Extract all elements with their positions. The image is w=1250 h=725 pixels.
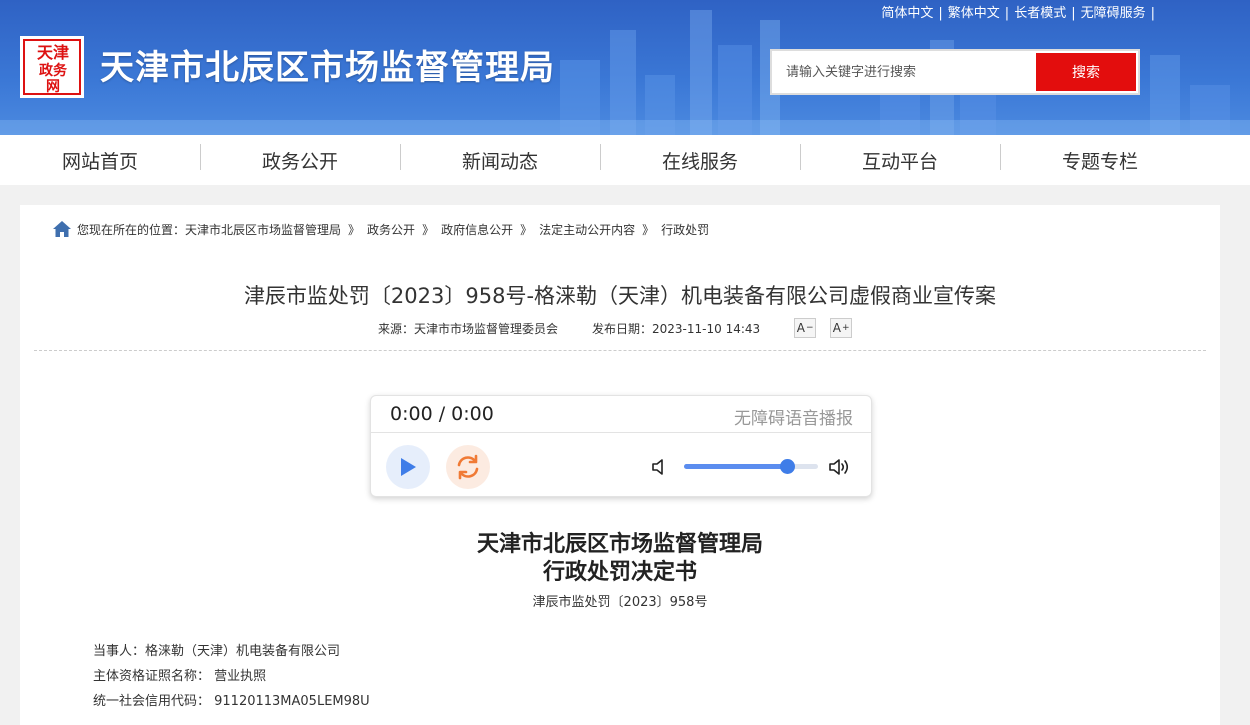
document-heading-line2: 行政处罚决定书 — [542, 559, 697, 585]
replay-icon — [457, 454, 479, 480]
link-simplified-chinese[interactable]: 简体中文 — [881, 6, 933, 21]
nav-news[interactable]: 新闻动态 — [400, 143, 600, 174]
document-number: 津辰市监处罚〔2023〕958号 — [532, 595, 708, 610]
link-accessibility[interactable]: 无障碍服务 — [1081, 6, 1146, 21]
breadcrumb-separator: 》 — [348, 222, 361, 237]
article-source: 来源：天津市市场监督管理委员会 — [378, 321, 559, 336]
breadcrumb-item[interactable]: 政府信息公开 — [441, 221, 513, 238]
breadcrumb-item[interactable]: 行政处罚 — [661, 221, 709, 238]
nav-special-topics[interactable]: 专题专栏 — [1000, 143, 1200, 174]
volume-slider-fill — [684, 464, 788, 469]
audio-player: 0:00 / 0:00 无障碍语音播报 — [370, 395, 872, 497]
document-field-credit-code: 统一社会信用代码： 91120113MA05LEM98U — [93, 694, 370, 709]
tts-label: 无障碍语音播报 — [734, 409, 853, 429]
article-date: 发布日期：2023-11-10 14:43 — [592, 321, 761, 336]
home-icon — [53, 221, 71, 237]
dashed-divider — [34, 350, 1206, 351]
search-button[interactable]: 搜索 — [1036, 53, 1136, 91]
play-icon — [401, 458, 416, 476]
link-traditional-chinese[interactable]: 繁体中文 — [948, 6, 1000, 21]
breadcrumb-separator: 》 — [642, 222, 655, 237]
font-increase-label: A — [832, 321, 841, 335]
logo-mark: 天津 政务 网 — [23, 39, 81, 95]
replay-button[interactable] — [446, 445, 490, 489]
play-button[interactable] — [386, 445, 430, 489]
document-field-license: 主体资格证照名称： 营业执照 — [93, 669, 267, 684]
site-logo[interactable]: 天津 政务 网 — [20, 36, 84, 98]
top-links: 简体中文 | 繁体中文 | 长者模式 | 无障碍服务 | — [881, 6, 1155, 21]
document-field-party: 当事人：格涞勒（天津）机电装备有限公司 — [93, 644, 341, 659]
site-header: 简体中文 | 繁体中文 | 长者模式 | 无障碍服务 | 天津 政务 网 天津市北辰区市场监督… — [0, 0, 1250, 135]
link-elder-mode[interactable]: 长者模式 — [1014, 6, 1066, 21]
svg-text:政务: 政务 — [39, 62, 68, 79]
volume-slider[interactable] — [684, 459, 818, 474]
player-header: 0:00 / 0:00 无障碍语音播报 — [371, 396, 871, 433]
breadcrumb-separator: 》 — [422, 222, 435, 237]
search-box: 搜索 — [770, 49, 1140, 95]
volume-icon[interactable] — [828, 457, 852, 477]
nav-interaction[interactable]: 互动平台 — [800, 143, 1000, 174]
font-decrease-button[interactable]: A − — [794, 318, 817, 338]
svg-text:天津: 天津 — [37, 43, 69, 62]
volume-slider-thumb[interactable] — [780, 459, 796, 474]
font-decrease-label: A — [796, 321, 805, 335]
mute-icon[interactable] — [651, 458, 667, 476]
playback-time: 0:00 / 0:00 — [390, 403, 494, 425]
nav-government-affairs[interactable]: 政务公开 — [200, 143, 400, 174]
breadcrumb: 您现在所在的位置： 天津市北辰区市场监督管理局 》 政务公开 》 政府信息公开 … — [52, 219, 709, 239]
search-input[interactable] — [772, 51, 1036, 93]
article-meta: 来源：天津市市场监督管理委员会 发布日期：2023-11-10 14:43 A −… — [378, 318, 853, 338]
article-title: 津辰市监处罚〔2023〕958号-格涞勒（天津）机电装备有限公司虚假商业宣传案 — [243, 284, 997, 308]
article-container: 您现在所在的位置： 天津市北辰区市场监督管理局 》 政务公开 》 政府信息公开 … — [20, 205, 1220, 725]
breadcrumb-item[interactable]: 政务公开 — [367, 221, 415, 238]
svg-text:网: 网 — [46, 79, 60, 95]
document-heading: 天津市北辰区市场监督管理局 行政处罚决定书 — [20, 530, 1220, 586]
breadcrumb-separator: 》 — [520, 222, 533, 237]
breadcrumb-item[interactable]: 法定主动公开内容 — [539, 221, 635, 238]
document-heading-line1: 天津市北辰区市场监督管理局 — [476, 531, 763, 557]
site-title: 天津市北辰区市场监督管理局 — [100, 48, 555, 88]
breadcrumb-prefix: 您现在所在的位置： — [77, 222, 186, 237]
nav-online-services[interactable]: 在线服务 — [600, 143, 800, 174]
font-increase-button[interactable]: A + — [830, 318, 853, 338]
main-nav: 网站首页 政务公开 新闻动态 在线服务 互动平台 专题专栏 — [0, 135, 1250, 185]
breadcrumb-item[interactable]: 天津市北辰区市场监督管理局 — [185, 221, 341, 238]
nav-home[interactable]: 网站首页 — [0, 147, 200, 174]
